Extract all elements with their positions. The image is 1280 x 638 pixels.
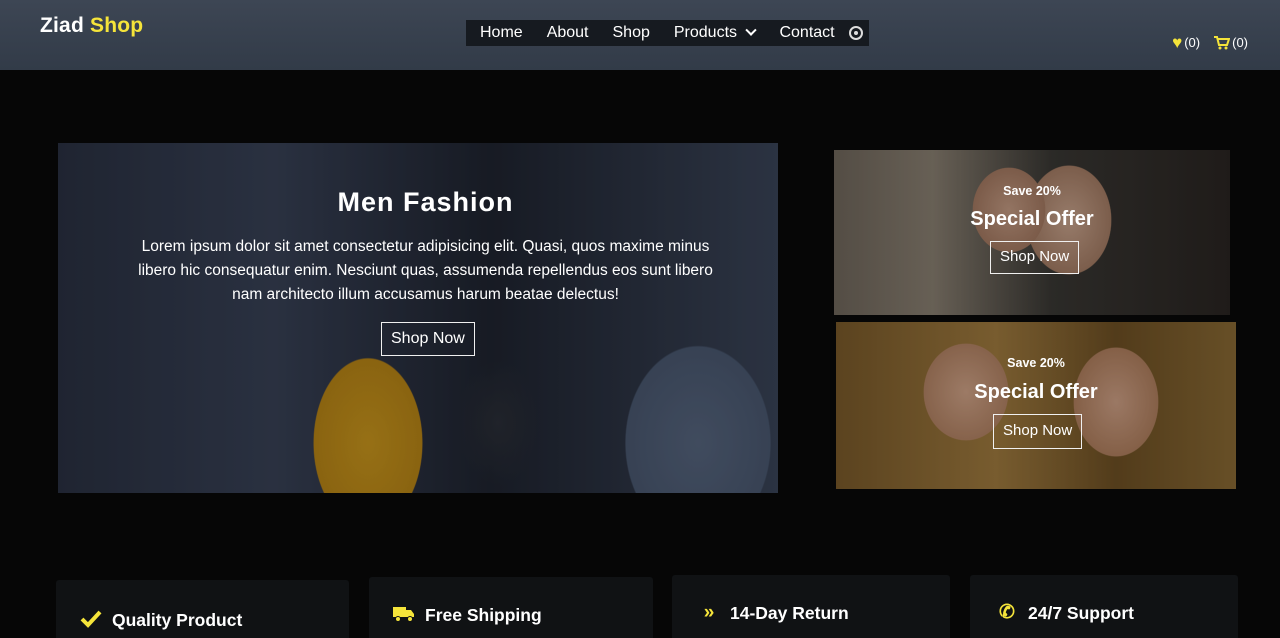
nav-link-shop[interactable]: Shop (601, 24, 662, 42)
navbar: Ziad Shop Home About Shop Products Conta… (0, 0, 1280, 70)
circle-icon[interactable] (848, 26, 863, 40)
nav-menu: Home About Shop Products Contact (466, 20, 869, 46)
offer-shop-now-button[interactable]: Shop Now (993, 414, 1083, 449)
cart-count: (0) (1232, 35, 1248, 50)
cart-button[interactable]: (0) (1214, 35, 1248, 50)
heart-icon: ♥ (1172, 33, 1183, 52)
brand-name-part2: Shop (90, 14, 144, 37)
nav-link-about[interactable]: About (535, 24, 601, 42)
nav-link-contact[interactable]: Contact (767, 24, 846, 42)
header-actions: ♥ (0) (0) (1172, 34, 1248, 51)
feature-label: 24/7 Support (1028, 603, 1134, 623)
check-icon (80, 610, 102, 633)
feature-support: ✆ 24/7 Support (970, 575, 1238, 638)
double-chevron-icon: » (703, 602, 715, 623)
chevron-down-icon (745, 24, 758, 36)
brand-name-part1: Ziad (40, 14, 84, 37)
truck-icon (393, 605, 415, 628)
brand-logo[interactable]: Ziad Shop (40, 14, 143, 38)
offer-title: Special Offer (970, 208, 1094, 230)
hero-title: Men Fashion (337, 187, 514, 217)
wishlist-count: (0) (1184, 35, 1201, 50)
feature-label: 14-Day Return (730, 603, 849, 623)
feature-return: » 14-Day Return (672, 575, 950, 638)
cart-icon (1214, 35, 1231, 50)
hero-banner: Men Fashion Lorem ipsum dolor sit amet c… (58, 143, 778, 493)
special-offer-card: Save 20% Special Offer Shop Now (836, 322, 1236, 489)
offer-title: Special Offer (974, 381, 1098, 403)
nav-link-home[interactable]: Home (468, 24, 535, 42)
hero-shop-now-button[interactable]: Shop Now (381, 322, 475, 356)
feature-free-shipping: Free Shipping (369, 577, 653, 638)
hero-description: Lorem ipsum dolor sit amet consectetur a… (138, 238, 713, 303)
feature-label: Free Shipping (425, 605, 542, 625)
phone-icon: ✆ (999, 602, 1015, 623)
wishlist-button[interactable]: ♥ (0) (1172, 34, 1200, 51)
nav-link-products-label: Products (673, 24, 738, 41)
feature-label: Quality Product (112, 610, 243, 630)
offer-discount: Save 20% (1003, 184, 1061, 198)
offer-shop-now-button[interactable]: Shop Now (990, 241, 1080, 274)
special-offer-card: Save 20% Special Offer Shop Now (834, 150, 1230, 315)
offer-discount: Save 20% (1007, 356, 1065, 370)
nav-link-products[interactable]: Products (662, 24, 768, 42)
feature-quality-product: Quality Product (56, 580, 349, 638)
